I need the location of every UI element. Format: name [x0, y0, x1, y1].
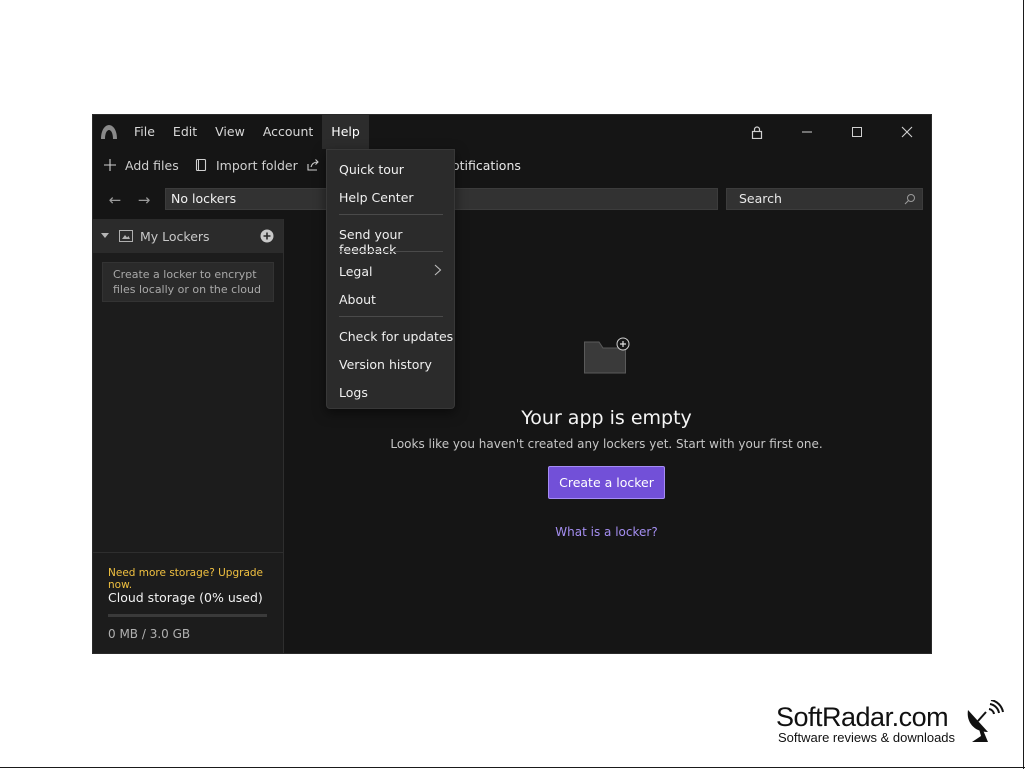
- notifications-label: otifications: [452, 157, 521, 173]
- storage-progress-bar: [108, 614, 267, 617]
- menu-item-legal[interactable]: Legal: [339, 264, 373, 279]
- notifications-button[interactable]: otifications: [452, 149, 521, 181]
- import-folder-button[interactable]: Import folder: [194, 149, 298, 181]
- menu-edit[interactable]: Edit: [164, 115, 206, 149]
- satellite-dish-icon: [967, 700, 1004, 742]
- create-locker-button[interactable]: Create a locker: [548, 466, 665, 499]
- search-input[interactable]: Search: [726, 188, 923, 210]
- address-row: ← → No lockers Search: [93, 185, 931, 215]
- my-lockers-header[interactable]: My Lockers: [93, 219, 283, 253]
- locker-icon: [119, 230, 133, 242]
- watermark-subtitle: Software reviews & downloads: [778, 730, 956, 745]
- menu-item-check-updates[interactable]: Check for updates: [339, 329, 453, 344]
- upgrade-link[interactable]: Need more storage? Upgrade now.: [108, 567, 283, 591]
- menu-item-logs[interactable]: Logs: [339, 385, 368, 400]
- minimize-icon: [802, 131, 812, 133]
- forward-arrow-icon[interactable]: →: [134, 190, 154, 210]
- menu-item-help-center[interactable]: Help Center: [339, 190, 414, 205]
- menu-item-send-feedback[interactable]: Send your feedback: [339, 227, 454, 257]
- menu-file[interactable]: File: [125, 115, 164, 149]
- close-button[interactable]: [884, 115, 930, 149]
- lock-icon: [751, 125, 763, 139]
- search-icon: [904, 194, 915, 205]
- what-is-locker-link[interactable]: What is a locker?: [284, 525, 929, 539]
- app-window: File Edit View Account Help Add files Im…: [92, 114, 932, 654]
- import-folder-label: Import folder: [216, 157, 298, 173]
- help-menu-dropdown: Quick tour Help Center Send your feedbac…: [326, 149, 455, 409]
- menu-help[interactable]: Help: [322, 115, 369, 149]
- app-logo-icon: [101, 125, 117, 139]
- minimize-button[interactable]: [784, 115, 830, 149]
- share-button[interactable]: [306, 149, 328, 181]
- storage-panel: Need more storage? Upgrade now. Cloud st…: [93, 552, 283, 653]
- plus-icon: [104, 159, 116, 171]
- sidebar: My Lockers Create a locker to encrypt fi…: [93, 219, 284, 653]
- chevron-right-icon: [434, 264, 442, 276]
- chevron-down-icon[interactable]: [101, 233, 109, 239]
- storage-size: 0 MB / 3.0 GB: [108, 627, 191, 641]
- empty-lockers-hint: Create a locker to encrypt files locally…: [102, 262, 274, 302]
- storage-title: Cloud storage (0% used): [108, 590, 263, 605]
- watermark-title: SoftRadar.com: [776, 702, 949, 732]
- menu-separator: [339, 251, 443, 252]
- toolbar: Add files Import folder otifications: [93, 149, 931, 181]
- menu-separator: [339, 316, 443, 317]
- folder-add-icon: [584, 337, 630, 374]
- close-icon: [901, 126, 913, 138]
- empty-state-title: Your app is empty: [521, 407, 692, 429]
- title-bar: File Edit View Account Help: [93, 115, 931, 149]
- add-locker-icon[interactable]: [260, 229, 274, 243]
- my-lockers-label: My Lockers: [140, 228, 210, 244]
- add-files-label: Add files: [125, 157, 179, 173]
- page-edge-bottom: [0, 767, 1025, 768]
- menu-item-about[interactable]: About: [339, 292, 376, 307]
- page-edge-right: [1023, 0, 1024, 769]
- maximize-icon: [852, 127, 862, 137]
- back-arrow-icon[interactable]: ←: [105, 190, 125, 210]
- import-folder-icon: [195, 158, 207, 172]
- menu-bar: File Edit View Account Help: [125, 115, 369, 149]
- menu-view[interactable]: View: [206, 115, 254, 149]
- maximize-button[interactable]: [834, 115, 880, 149]
- menu-account[interactable]: Account: [254, 115, 322, 149]
- add-files-button[interactable]: Add files: [103, 149, 179, 181]
- search-placeholder: Search: [739, 191, 782, 206]
- share-icon: [307, 159, 319, 171]
- menu-item-quick-tour[interactable]: Quick tour: [339, 162, 404, 177]
- menu-separator: [339, 214, 443, 215]
- menu-item-version-history[interactable]: Version history: [339, 357, 432, 372]
- lock-button[interactable]: [734, 115, 780, 149]
- empty-state-subtitle: Looks like you haven't created any locke…: [390, 437, 823, 451]
